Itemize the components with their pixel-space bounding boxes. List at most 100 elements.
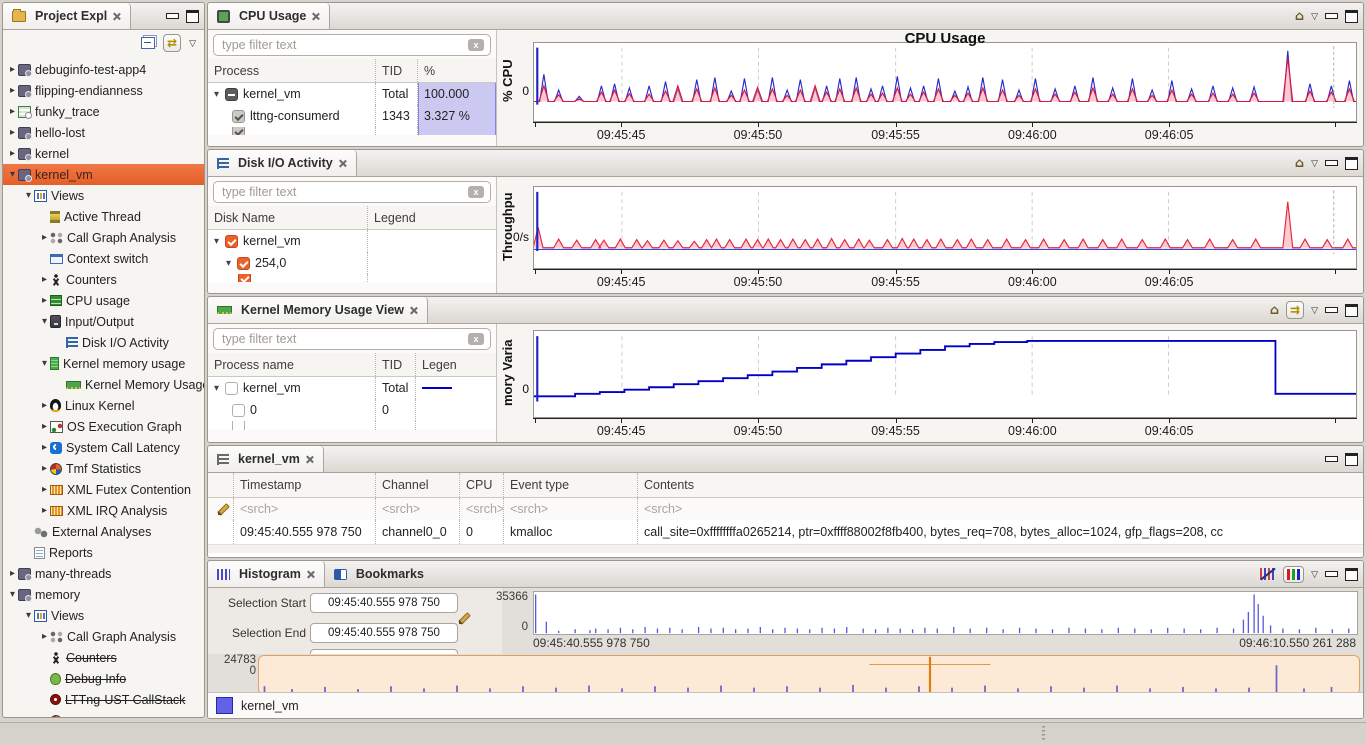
- tab-cpu-usage[interactable]: CPU Usage: [208, 3, 330, 29]
- filter-cell[interactable]: <srch>: [376, 498, 460, 520]
- tab-histogram[interactable]: Histogram: [208, 561, 325, 587]
- column-header-diskname[interactable]: Disk Name: [208, 206, 368, 229]
- tab-kernel-memory[interactable]: Kernel Memory Usage View: [208, 297, 428, 323]
- tree-item-partial[interactable]: [3, 710, 204, 717]
- tab-disk-io[interactable]: Disk I/O Activity: [208, 150, 357, 176]
- column-header-eventtype[interactable]: Event type: [504, 473, 638, 497]
- pencil-icon[interactable]: [214, 501, 227, 517]
- checkbox-checked[interactable]: [225, 235, 238, 248]
- maximize-icon[interactable]: [1345, 568, 1358, 581]
- column-header-channel[interactable]: Channel: [376, 473, 460, 497]
- maximize-icon[interactable]: [1345, 453, 1358, 466]
- tree-item-kernel[interactable]: ▸kernel: [3, 143, 204, 164]
- tree-item-kernel-memory-usage[interactable]: Kernel Memory Usage: [3, 374, 204, 395]
- view-menu-icon[interactable]: ▽: [189, 39, 196, 48]
- expand-arrow-icon[interactable]: ▸: [7, 106, 18, 117]
- expand-arrow-icon[interactable]: ▸: [39, 421, 50, 432]
- collapse-arrow-icon[interactable]: ▾: [7, 169, 18, 180]
- tree-item-xml-futex-contention[interactable]: ▸XML Futex Contention: [3, 479, 204, 500]
- expand-arrow-icon[interactable]: ▸: [39, 505, 50, 516]
- table-row[interactable]: 0 0: [208, 399, 496, 421]
- checkbox-checked[interactable]: [232, 110, 245, 123]
- events-filter-row[interactable]: <srch> <srch> <srch> <srch> <srch>: [208, 498, 1363, 520]
- tree-item-views[interactable]: ▾Views: [3, 605, 204, 626]
- home-icon[interactable]: ⌂: [1295, 157, 1304, 170]
- column-header-legend[interactable]: Legen: [416, 353, 496, 376]
- tree-item-kernel-memory-usage[interactable]: ▾Kernel memory usage: [3, 353, 204, 374]
- column-header-process[interactable]: Process name: [208, 353, 376, 376]
- expander-icon[interactable]: ▾: [214, 383, 225, 394]
- home-icon[interactable]: ⌂: [1295, 10, 1304, 23]
- table-row-partial[interactable]: [208, 421, 496, 430]
- expand-arrow-icon[interactable]: ▸: [7, 64, 18, 75]
- filter-cell[interactable]: <srch>: [638, 498, 1363, 520]
- window-span-input-partial[interactable]: [310, 649, 458, 654]
- table-row[interactable]: ▾254,0: [208, 252, 496, 274]
- expander-icon[interactable]: ▾: [214, 236, 225, 247]
- collapse-arrow-icon[interactable]: ▾: [7, 589, 18, 600]
- collapse-arrow-icon[interactable]: ▾: [39, 316, 50, 327]
- view-menu-icon[interactable]: ▽: [1311, 159, 1318, 168]
- table-row[interactable]: ▾kernel_vm Total 100.000: [208, 83, 496, 105]
- expander-icon[interactable]: ▾: [214, 89, 225, 100]
- tree-item-context-switch[interactable]: Context switch: [3, 248, 204, 269]
- chart-plot-area[interactable]: [533, 330, 1357, 418]
- coloring-button[interactable]: [1283, 566, 1304, 583]
- link-with-editor-button[interactable]: ⇄: [163, 34, 181, 52]
- maximize-icon[interactable]: [1345, 157, 1358, 170]
- table-row[interactable]: ▾kernel_vm Total: [208, 377, 496, 399]
- clear-filter-icon[interactable]: x: [468, 333, 484, 345]
- checkbox-checked[interactable]: [237, 257, 250, 270]
- expand-arrow-icon[interactable]: ▸: [7, 85, 18, 96]
- filter-input[interactable]: [213, 328, 491, 350]
- close-icon[interactable]: [338, 159, 347, 168]
- table-row[interactable]: lttng-consumerd 1343 3.327 %: [208, 105, 496, 127]
- minimize-icon[interactable]: [1325, 307, 1338, 313]
- tree-item-debuginfo-test-app4[interactable]: ▸debuginfo-test-app4: [3, 59, 204, 80]
- chart-plot-area[interactable]: [533, 42, 1357, 122]
- tree-item-active-thread[interactable]: Active Thread: [3, 206, 204, 227]
- minimize-icon[interactable]: [1325, 160, 1338, 166]
- clear-filter-icon[interactable]: x: [468, 39, 484, 51]
- checkbox-unchecked[interactable]: [225, 382, 238, 395]
- filter-input[interactable]: [213, 34, 491, 56]
- expand-arrow-icon[interactable]: ▸: [39, 400, 50, 411]
- expand-arrow-icon[interactable]: ▸: [39, 631, 50, 642]
- expand-arrow-icon[interactable]: ▸: [7, 127, 18, 138]
- collapse-arrow-icon[interactable]: ▾: [23, 610, 34, 621]
- event-row[interactable]: 09:45:40.555 978 750 channel0_0 0 kmallo…: [208, 520, 1363, 544]
- chart-plot-area[interactable]: [533, 186, 1357, 269]
- pencil-icon[interactable]: [455, 610, 471, 626]
- checkbox-mixed[interactable]: [225, 88, 238, 101]
- collapse-arrow-icon[interactable]: ▾: [23, 190, 34, 201]
- close-icon[interactable]: [305, 455, 314, 464]
- checkbox-unchecked[interactable]: [232, 404, 245, 417]
- minimize-icon[interactable]: [1325, 571, 1338, 577]
- maximize-icon[interactable]: [1345, 10, 1358, 23]
- expand-arrow-icon[interactable]: ▸: [39, 232, 50, 243]
- minimize-icon[interactable]: [166, 13, 179, 19]
- expand-arrow-icon[interactable]: ▸: [39, 442, 50, 453]
- time-range-histogram[interactable]: [533, 591, 1358, 635]
- column-header-process[interactable]: Process: [208, 59, 376, 82]
- tree-item-memory[interactable]: ▾memory: [3, 584, 204, 605]
- tree-item-disk-i-o-activity[interactable]: Disk I/O Activity: [3, 332, 204, 353]
- tree-item-system-call-latency[interactable]: ▸System Call Latency: [3, 437, 204, 458]
- filter-input[interactable]: [213, 181, 491, 203]
- view-menu-icon[interactable]: ▽: [1311, 570, 1318, 579]
- minimize-icon[interactable]: [1325, 456, 1338, 462]
- maximize-icon[interactable]: [1345, 304, 1358, 317]
- drag-handle[interactable]: [1042, 726, 1045, 741]
- event-row-partial[interactable]: [208, 544, 1363, 553]
- tab-events-kernel-vm[interactable]: kernel_vm: [208, 446, 324, 472]
- column-header-contents[interactable]: Contents: [638, 473, 1363, 497]
- expand-arrow-icon[interactable]: ▸: [39, 463, 50, 474]
- expand-arrow-icon[interactable]: ▸: [7, 568, 18, 579]
- filter-cell[interactable]: <srch>: [234, 498, 376, 520]
- maximize-icon[interactable]: [186, 10, 199, 23]
- close-icon[interactable]: [409, 306, 418, 315]
- close-icon[interactable]: [311, 12, 320, 21]
- tree-item-cpu-usage[interactable]: ▸CPU usage: [3, 290, 204, 311]
- expander-icon[interactable]: ▾: [226, 258, 237, 269]
- view-menu-icon[interactable]: ▽: [1311, 306, 1318, 315]
